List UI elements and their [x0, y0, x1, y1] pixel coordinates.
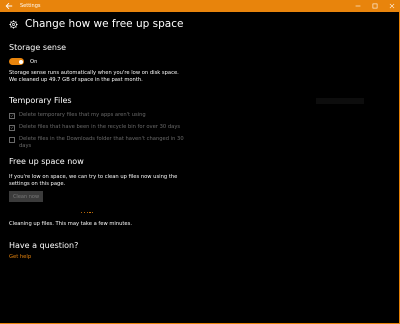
checkbox[interactable]: [9, 112, 15, 119]
checkbox-label: Delete files that have been in the recyc…: [19, 124, 181, 130]
checkbox-label: Delete temporary files that my apps aren…: [19, 112, 146, 118]
background-placeholder: [316, 98, 364, 104]
settings-window: Settings Change how we free up space Sto…: [0, 0, 400, 324]
checkbox[interactable]: [9, 124, 15, 131]
storage-sense-toggle[interactable]: [9, 58, 24, 65]
checkbox-row-downloads[interactable]: Delete files in the Downloads folder tha…: [9, 136, 184, 150]
storage-sense-description-1: Storage sense runs automatically when yo…: [9, 70, 179, 76]
clean-now-button[interactable]: Clean now: [9, 191, 43, 202]
free-up-space-heading: Free up space now: [9, 157, 84, 166]
cleaning-status: Cleaning up files. This may take a few m…: [9, 221, 132, 227]
maximize-button[interactable]: [366, 0, 383, 12]
checkmark-icon: [10, 126, 14, 129]
minimize-icon: [355, 5, 360, 7]
storage-sense-description-2: We cleaned up 49.7 GB of space in the pa…: [9, 77, 143, 83]
window-title: Settings: [20, 3, 41, 9]
gear-icon: [9, 19, 18, 29]
back-button[interactable]: [0, 0, 17, 12]
checkbox[interactable]: [9, 136, 15, 143]
close-icon: [389, 3, 394, 9]
maximize-icon: [372, 3, 377, 9]
get-help-link[interactable]: Get help: [9, 254, 31, 260]
free-up-description-1: If you're low on space, we can try to cl…: [9, 174, 178, 180]
checkbox-label-continued: days: [19, 143, 32, 149]
free-up-description-2: settings on this page.: [9, 181, 66, 187]
temporary-files-heading: Temporary Files: [9, 96, 72, 105]
storage-sense-toggle-row[interactable]: On: [9, 58, 37, 65]
storage-sense-heading: Storage sense: [9, 43, 67, 52]
toggle-label: On: [30, 58, 38, 65]
page-title: Change how we free up space: [25, 18, 184, 30]
checkmark-icon: [10, 114, 14, 117]
progress-dots-indicator: [81, 212, 95, 214]
page-header: Change how we free up space: [9, 18, 183, 30]
close-button[interactable]: [383, 0, 399, 12]
question-heading: Have a question?: [9, 241, 79, 250]
title-bar: Settings: [0, 0, 399, 12]
checkbox-row-temp-files[interactable]: Delete temporary files that my apps aren…: [9, 112, 146, 119]
back-arrow-icon: [5, 2, 12, 10]
minimize-button[interactable]: [349, 0, 366, 12]
checkbox-row-recycle-bin[interactable]: Delete files that have been in the recyc…: [9, 124, 180, 131]
checkbox-label: Delete files in the Downloads folder tha…: [19, 136, 184, 142]
